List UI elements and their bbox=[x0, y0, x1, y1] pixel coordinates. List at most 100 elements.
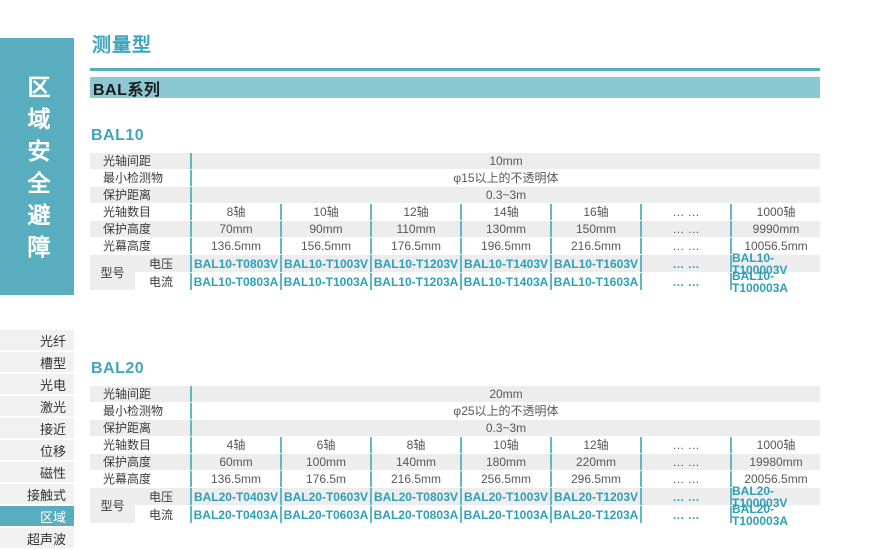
spec-value: 9990mm bbox=[730, 221, 820, 237]
model-number: BAL10-T1603A bbox=[550, 273, 640, 290]
spec-value: 130mm bbox=[460, 221, 550, 237]
model-number: … … bbox=[640, 255, 730, 272]
spec-value: 220mm bbox=[550, 454, 640, 470]
spec-value: 136.5mm bbox=[190, 238, 280, 254]
spec-value: 16轴 bbox=[550, 204, 640, 220]
model-number: BAL20-T0603A bbox=[280, 506, 370, 523]
spec-value: 19980mm bbox=[730, 454, 820, 470]
spec-value: 216.5mm bbox=[370, 471, 460, 487]
spec-value: 1000轴 bbox=[730, 204, 820, 220]
row-label: 保护距离 bbox=[90, 420, 190, 436]
model-number: BAL20-T100003A bbox=[730, 506, 820, 523]
category-banner-label: 区域安全避障 bbox=[20, 66, 54, 267]
model-sub-label: 电压 bbox=[135, 255, 190, 272]
model-number: BAL10-T0803V bbox=[190, 255, 280, 272]
merged-value: φ25以上的不透明体 bbox=[190, 403, 820, 419]
spec-value: 14轴 bbox=[460, 204, 550, 220]
spec-value: 256.5mm bbox=[460, 471, 550, 487]
spec-value: 296.5mm bbox=[550, 471, 640, 487]
spec-value: 4轴 bbox=[190, 437, 280, 453]
sidebar-item-4[interactable]: 接近 bbox=[0, 418, 74, 438]
spec-value: 8轴 bbox=[370, 437, 460, 453]
model-number: BAL10-T0803A bbox=[190, 273, 280, 290]
model-number: BAL20-T0403V bbox=[190, 488, 280, 505]
model-number: BAL10-T1003A bbox=[280, 273, 370, 290]
row-label: 光幕高度 bbox=[90, 238, 190, 254]
spec-value: 1000轴 bbox=[730, 437, 820, 453]
spec-value: 10轴 bbox=[460, 437, 550, 453]
sidebar-item-2[interactable]: 光电 bbox=[0, 374, 74, 394]
spec-value: 8轴 bbox=[190, 204, 280, 220]
model-number: BAL20-T1203V bbox=[550, 488, 640, 505]
spec-value: 90mm bbox=[280, 221, 370, 237]
model-number: BAL10-T1203V bbox=[370, 255, 460, 272]
row-label: 光轴数目 bbox=[90, 204, 190, 220]
spec-value: 60mm bbox=[190, 454, 280, 470]
row-label: 保护距离 bbox=[90, 187, 190, 203]
row-label: 保护高度 bbox=[90, 454, 190, 470]
row-label: 保护高度 bbox=[90, 221, 190, 237]
sidebar-menu: 光纤槽型光电激光接近位移磁性接触式区域超声波 bbox=[0, 330, 74, 550]
spec-value: … … bbox=[640, 471, 730, 487]
model-number: … … bbox=[640, 506, 730, 523]
model-number: BAL20-T1003A bbox=[460, 506, 550, 523]
sidebar-item-0[interactable]: 光纤 bbox=[0, 330, 74, 350]
series-band: BAL系列 bbox=[90, 77, 820, 98]
page-title: 测量型 bbox=[92, 30, 152, 57]
row-label: 最小检测物 bbox=[90, 170, 190, 186]
merged-value: 0.3~3m bbox=[190, 187, 820, 203]
spec-value: 150mm bbox=[550, 221, 640, 237]
spec-value: … … bbox=[640, 238, 730, 254]
section-heading-bal10: BAL10 bbox=[91, 127, 144, 145]
model-number: BAL20-T0803V bbox=[370, 488, 460, 505]
sidebar-item-8-selected[interactable]: 区域 bbox=[0, 506, 74, 526]
section-heading-bal20: BAL20 bbox=[91, 360, 144, 378]
model-number: BAL20-T1203A bbox=[550, 506, 640, 523]
spec-value: 12轴 bbox=[370, 204, 460, 220]
spec-value: 156.5mm bbox=[280, 238, 370, 254]
model-number: … … bbox=[640, 488, 730, 505]
model-row-label: 型号 bbox=[90, 488, 135, 523]
spec-value: 10轴 bbox=[280, 204, 370, 220]
spec-value: … … bbox=[640, 221, 730, 237]
model-number: BAL20-T0403A bbox=[190, 506, 280, 523]
model-number: BAL20-T0603V bbox=[280, 488, 370, 505]
spec-value: 176.5m bbox=[280, 471, 370, 487]
sidebar-item-9[interactable]: 超声波 bbox=[0, 528, 74, 548]
spec-value: 100mm bbox=[280, 454, 370, 470]
model-number: BAL10-T1003V bbox=[280, 255, 370, 272]
spec-value: 196.5mm bbox=[460, 238, 550, 254]
spec-value: 176.5mm bbox=[370, 238, 460, 254]
spec-value: 136.5mm bbox=[190, 471, 280, 487]
merged-value: 20mm bbox=[190, 386, 820, 402]
spec-value: 140mm bbox=[370, 454, 460, 470]
row-label: 光轴数目 bbox=[90, 437, 190, 453]
sidebar-item-1[interactable]: 槽型 bbox=[0, 352, 74, 372]
catalog-page: { "page_title": "测量型", "series_band": "B… bbox=[0, 0, 873, 543]
spec-value: 70mm bbox=[190, 221, 280, 237]
model-number: BAL10-T1403V bbox=[460, 255, 550, 272]
merged-value: φ15以上的不透明体 bbox=[190, 170, 820, 186]
spec-value: 216.5mm bbox=[550, 238, 640, 254]
row-label: 光轴间距 bbox=[90, 386, 190, 402]
spec-value: … … bbox=[640, 454, 730, 470]
model-number: BAL20-T1003V bbox=[460, 488, 550, 505]
merged-value: 10mm bbox=[190, 153, 820, 169]
sidebar-item-6[interactable]: 磁性 bbox=[0, 462, 74, 482]
spec-value: 180mm bbox=[460, 454, 550, 470]
sidebar-item-7[interactable]: 接触式 bbox=[0, 484, 74, 504]
row-label: 光轴间距 bbox=[90, 153, 190, 169]
model-number: BAL10-T1403A bbox=[460, 273, 550, 290]
category-banner: 区域安全避障 bbox=[0, 38, 74, 295]
model-sub-label: 电压 bbox=[135, 488, 190, 505]
sidebar-item-5[interactable]: 位移 bbox=[0, 440, 74, 460]
title-rule bbox=[90, 68, 820, 71]
sidebar-item-3[interactable]: 激光 bbox=[0, 396, 74, 416]
model-sub-label: 电流 bbox=[135, 273, 190, 290]
spec-value: 6轴 bbox=[280, 437, 370, 453]
model-number: BAL10-T1203A bbox=[370, 273, 460, 290]
model-sub-label: 电流 bbox=[135, 506, 190, 523]
model-row-label: 型号 bbox=[90, 255, 135, 290]
spec-value: 12轴 bbox=[550, 437, 640, 453]
main-content: 测量型 BAL系列 BAL10 光轴间距10mm最小检测物φ15以上的不透明体保… bbox=[90, 0, 820, 543]
